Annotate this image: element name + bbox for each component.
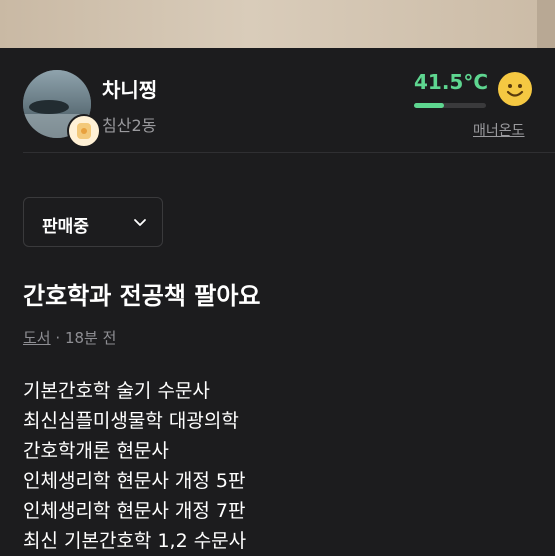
description-line: 최신심플미생물학 대광의학 <box>23 410 239 432</box>
sale-status-value: 판매중 <box>42 217 89 237</box>
sale-status-select[interactable]: 판매중 <box>23 197 163 247</box>
product-photo[interactable] <box>0 0 555 48</box>
chevron-down-icon <box>132 214 148 234</box>
post-meta: 도서 · 18분 전 <box>23 327 116 348</box>
seller-profile[interactable]: 차니찡 침산2동 41.5°C 매너온도 <box>0 48 555 152</box>
meta-separator: · <box>55 329 65 347</box>
description-line: 인체생리학 현문사 개정 5판 <box>23 470 246 492</box>
post-category-link[interactable]: 도서 <box>23 329 51 347</box>
post-title: 간호학과 전공책 팔아요 <box>23 282 261 310</box>
seller-location: 침산2동 <box>102 116 157 135</box>
description-line: 기본간호학 술기 수문사 <box>23 380 210 402</box>
divider <box>23 152 555 153</box>
description-line: 간호학개론 현문사 <box>23 440 169 462</box>
smile-face-icon <box>498 72 532 106</box>
manner-temperature: 41.5°C <box>414 70 489 94</box>
badge-icon <box>67 114 101 148</box>
seller-nickname[interactable]: 차니찡 <box>102 74 157 103</box>
description-line: 최신 기본간호학 1,2 수문사 <box>23 530 247 552</box>
description-line: 인체생리학 현문사 개정 7판 <box>23 500 246 522</box>
post-time: 18분 전 <box>64 329 117 347</box>
manner-temperature-link[interactable]: 매너온도 <box>473 120 525 140</box>
manner-temperature-bar <box>414 103 486 108</box>
post-description: 기본간호학 술기 수문사 최신심플미생물학 대광의학 간호학개론 현문사 인체생… <box>23 376 543 556</box>
manner-temperature-fill <box>414 103 444 108</box>
